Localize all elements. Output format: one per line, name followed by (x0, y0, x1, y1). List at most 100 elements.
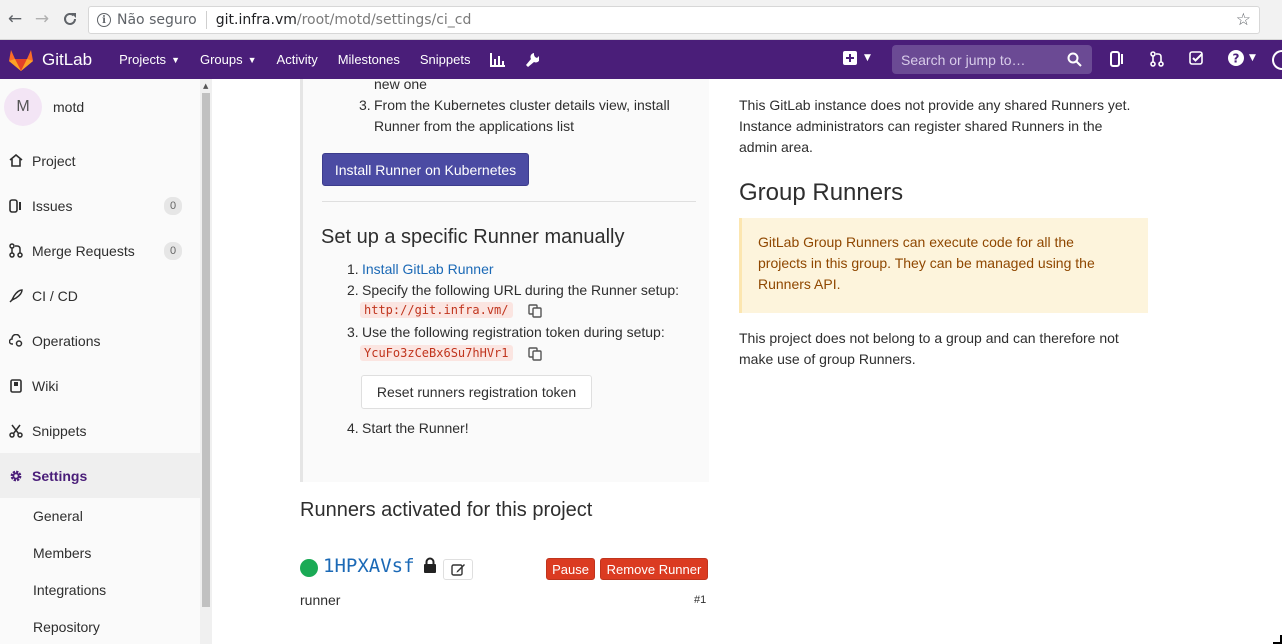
step4-text: Start the Runner! (362, 420, 469, 436)
note-line: This project does not belong to a group … (739, 330, 1119, 346)
merge-requests-count-badge: 0 (164, 241, 182, 260)
remove-runner-button[interactable]: Remove Runner (600, 558, 708, 580)
group-runners-info-box: GitLab Group Runners can execute code fo… (739, 218, 1148, 313)
scrollbar-thumb[interactable] (202, 93, 210, 607)
install-runner-kubernetes-button[interactable]: Install Runner on Kubernetes (322, 153, 529, 186)
reload-icon[interactable] (60, 9, 80, 29)
omnibox-separator (205, 11, 207, 29)
wrench-icon[interactable] (525, 52, 540, 68)
scroll-up-arrow-icon[interactable]: ▲ (203, 82, 208, 90)
issues-nav-icon[interactable] (1110, 51, 1124, 67)
sidebar-scrollbar[interactable]: ▲ (200, 79, 212, 644)
snippets-link[interactable]: Snippets (420, 52, 471, 68)
runner-description: runner (300, 592, 341, 608)
activated-runners-heading: Runners activated for this project (300, 499, 593, 521)
user-avatar[interactable] (1272, 50, 1282, 70)
chevron-down-icon: ▼ (247, 54, 257, 65)
sidebar-item-label: CI / CD (32, 287, 78, 304)
back-arrow-icon[interactable]: ← (5, 9, 25, 29)
gitlab-brand: GitLab (42, 49, 93, 69)
new-item-dropdown[interactable]: ▼ (843, 51, 871, 65)
sidebar-item-snippets[interactable]: Snippets (0, 408, 200, 453)
sidebar-item-label: Project (32, 152, 76, 169)
reset-token-button[interactable]: Reset runners registration token (361, 375, 592, 409)
projects-dropdown[interactable]: Projects ▼ (119, 52, 180, 68)
step3-text: Use the following registration token dur… (362, 324, 665, 340)
scissors-icon (8, 423, 24, 439)
cloud-gear-icon (8, 333, 24, 349)
merge-request-nav-icon[interactable] (1150, 51, 1164, 67)
edit-runner-button[interactable] (443, 559, 473, 580)
sidebar-item-settings[interactable]: Settings (0, 453, 200, 498)
sidebar-item-label: Settings (32, 467, 88, 484)
sidebar-item-wiki[interactable]: Wiki (0, 363, 200, 408)
specific-runners-panel: new one 3. From the Kubernetes cluster d… (300, 79, 709, 482)
runner-id-link[interactable]: 1HPXAVsf (323, 555, 415, 577)
chevron-down-icon: ▼ (864, 53, 871, 63)
rocket-icon (8, 288, 24, 304)
runner-status-indicator (300, 559, 318, 577)
sidebar-item-cicd[interactable]: CI / CD (0, 273, 200, 318)
note-line: make use of group Runners. (739, 351, 916, 367)
book-icon (8, 378, 24, 394)
sidebar-item-operations[interactable]: Operations (0, 318, 200, 363)
issues-icon (8, 198, 24, 214)
address-bar[interactable]: i Não seguro git.infra.vm /root/motd/set… (88, 6, 1260, 34)
install-gitlab-runner-link[interactable]: Install GitLab Runner (362, 259, 494, 280)
bookmark-star-icon[interactable]: ☆ (1236, 10, 1251, 30)
pause-runner-button[interactable]: Pause (546, 558, 595, 580)
todo-check-icon[interactable] (1189, 51, 1204, 66)
sidebar-item-label: Operations (32, 332, 101, 349)
chart-icon[interactable] (490, 52, 506, 68)
activity-link[interactable]: Activity (277, 52, 318, 68)
chevron-down-icon: ▼ (1249, 53, 1256, 63)
plus-square-icon (843, 51, 857, 65)
sidebar-item-label: Merge Requests (32, 242, 135, 259)
milestones-link[interactable]: Milestones (338, 52, 400, 68)
shared-line: This GitLab instance does not provide an… (739, 97, 1131, 113)
step2-text: Specify the following URL during the Run… (362, 282, 679, 298)
top-menu: Projects ▼ Groups ▼ Activity Milestones Sn… (119, 52, 559, 68)
info-icon[interactable]: i (97, 13, 111, 27)
lock-icon (424, 557, 436, 573)
runner-number: #1 (694, 594, 707, 606)
settings-sub-members[interactable]: Members (33, 545, 91, 561)
group-runners-note: This project does not belong to a group … (739, 328, 1149, 370)
copy-token-icon[interactable] (528, 347, 542, 361)
info-line: projects in this group. They can be mana… (758, 255, 1095, 271)
project-sidebar: M motd Project Issues 0 Merge Requests 0… (0, 79, 212, 644)
help-icon: ? (1228, 50, 1244, 66)
pencil-square-icon (450, 564, 465, 576)
step-number: 3. (347, 324, 359, 340)
merge-request-icon (8, 243, 24, 259)
sidebar-item-merge-requests[interactable]: Merge Requests 0 (0, 228, 200, 273)
sidebar-item-project[interactable]: Project (0, 138, 200, 183)
settings-sub-repository[interactable]: Repository (33, 619, 100, 635)
project-name: motd (53, 99, 85, 115)
search-placeholder: Search or jump to… (901, 51, 1026, 68)
sidebar-item-label: Issues (32, 197, 73, 214)
step3-line2: Runner from the applications list (374, 118, 574, 134)
projects-label: Projects (119, 52, 167, 67)
group-runners-heading: Group Runners (739, 179, 904, 206)
step3-line1: From the Kubernetes cluster details view… (374, 97, 670, 113)
gitlab-home-link[interactable]: GitLab (8, 48, 92, 72)
forward-arrow-icon[interactable]: → (32, 9, 52, 29)
url-host: git.infra.vm (215, 12, 297, 28)
sidebar-item-issues[interactable]: Issues 0 (0, 183, 200, 228)
help-dropdown[interactable]: ? ▼ (1228, 50, 1256, 66)
step-number: 2. (347, 282, 359, 298)
divider (322, 201, 696, 202)
settings-sub-integrations[interactable]: Integrations (33, 582, 106, 598)
chevron-down-icon: ▼ (171, 54, 180, 65)
copy-url-icon[interactable] (528, 304, 542, 318)
shared-line: admin area. (739, 139, 813, 155)
registration-token: YcuFo3zCeBx6Su7hHVr1 (360, 345, 513, 361)
info-line: Runners API. (758, 276, 841, 292)
groups-dropdown[interactable]: Groups ▼ (200, 52, 257, 68)
sidebar-project-header[interactable]: M motd (4, 88, 84, 126)
search-input[interactable]: Search or jump to… (892, 45, 1092, 74)
settings-sub-general[interactable]: General (33, 508, 83, 524)
gear-icon (8, 468, 24, 484)
shared-line: Instance administrators can register sha… (739, 118, 1103, 134)
